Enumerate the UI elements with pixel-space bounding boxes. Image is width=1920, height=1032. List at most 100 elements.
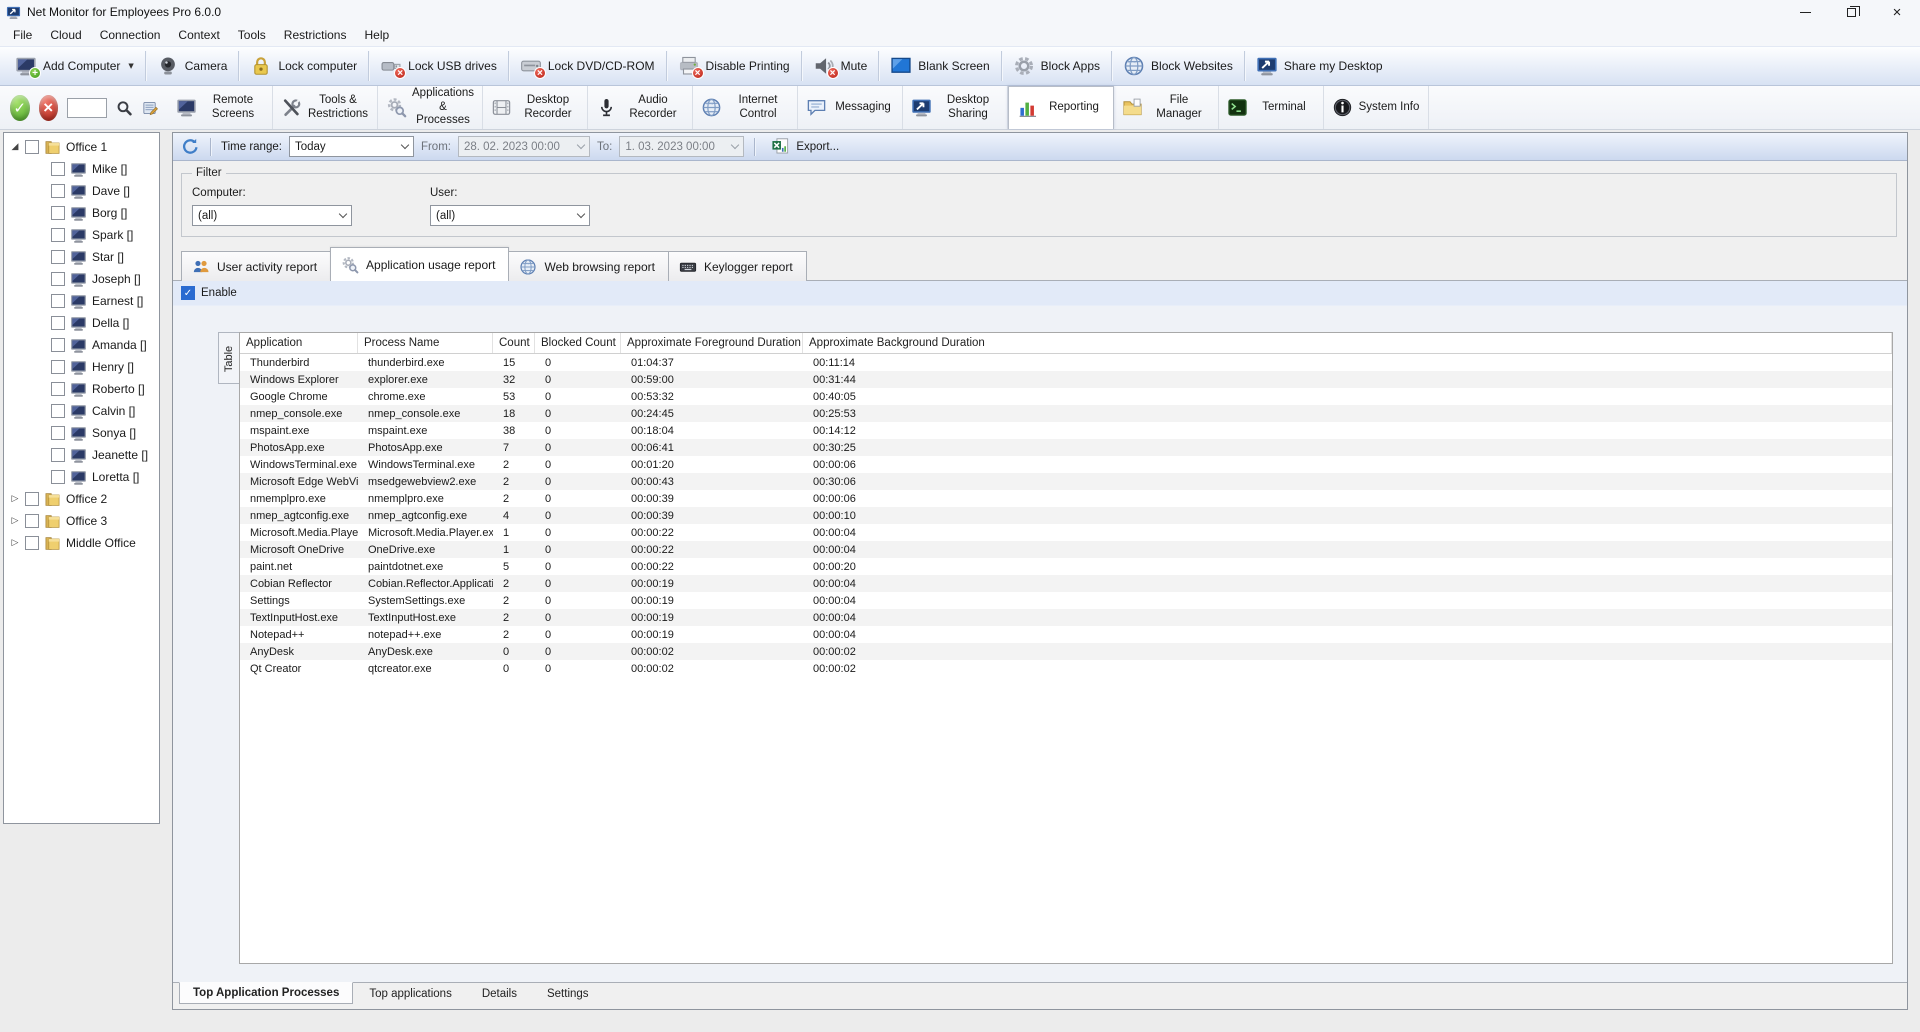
menu-context[interactable]: Context [169,26,228,44]
column-count[interactable]: Count [493,333,535,353]
table-row[interactable]: WindowsTerminal.exeWindowsTerminal.exe20… [240,456,1892,473]
toolbar-lock-dvd-cd-rom-button[interactable]: × Lock DVD/CD-ROM [511,51,664,81]
tree-computer-loretta[interactable]: Loretta [] [4,466,159,488]
computer-filter-select[interactable]: (all) [192,205,352,226]
tab-application-usage-report[interactable]: Application usage report [330,247,509,281]
notes-edit-icon[interactable] [142,97,159,119]
tree-computer-calvin[interactable]: Calvin [] [4,400,159,422]
tree-computer-star[interactable]: Star [] [4,246,159,268]
mode-audio-recorder-button[interactable]: Audio Recorder [588,86,693,129]
mode-applications-processes-button[interactable]: Applications & Processes [378,86,483,129]
user-filter-select[interactable]: (all) [430,205,590,226]
tree-computer-joseph[interactable]: Joseph [] [4,268,159,290]
mode-internet-control-button[interactable]: Internet Control [693,86,798,129]
tree-computer-amanda[interactable]: Amanda [] [4,334,159,356]
mode-desktop-recorder-button[interactable]: Desktop Recorder [483,86,588,129]
table-row[interactable]: TextInputHost.exeTextInputHost.exe2000:0… [240,609,1892,626]
computer-checkbox[interactable] [51,294,65,308]
tree-computer-borg[interactable]: Borg [] [4,202,159,224]
group-checkbox[interactable] [25,492,39,506]
mode-messaging-button[interactable]: Messaging [798,86,903,129]
computer-checkbox[interactable] [51,426,65,440]
confirm-button[interactable]: ✓ [10,95,30,121]
table-row[interactable]: paint.netpaintdotnet.exe5000:00:2200:00:… [240,558,1892,575]
tab-keylogger-report[interactable]: Keylogger report [668,251,807,281]
magnifier-icon[interactable] [116,97,133,119]
column-application[interactable]: Application [240,333,358,353]
collapsed-arrow-icon[interactable]: ▷ [10,538,20,548]
column-approximate-foreground-duration[interactable]: Approximate Foreground Duration [621,333,803,353]
table-row[interactable]: mspaint.exemspaint.exe38000:18:0400:14:1… [240,422,1892,439]
minimize-button[interactable] [1782,0,1828,24]
menu-file[interactable]: File [4,26,41,44]
toolbar-camera-button[interactable]: Camera [148,51,237,81]
refresh-icon[interactable] [181,137,200,156]
tab-web-browsing-report[interactable]: Web browsing report [508,251,669,281]
menu-connection[interactable]: Connection [91,26,170,44]
table-row[interactable]: nmep_agtconfig.exenmep_agtconfig.exe4000… [240,507,1892,524]
table-row[interactable]: AnyDeskAnyDesk.exe0000:00:0200:00:02 [240,643,1892,660]
table-row[interactable]: SettingsSystemSettings.exe2000:00:1900:0… [240,592,1892,609]
computer-checkbox[interactable] [51,206,65,220]
to-date-select[interactable]: 1. 03. 2023 00:00 [619,136,744,157]
computer-checkbox[interactable] [51,162,65,176]
column-blocked-count[interactable]: Blocked Count [535,333,621,353]
toolbar-lock-usb-drives-button[interactable]: × Lock USB drives [371,51,506,81]
menu-help[interactable]: Help [355,26,398,44]
table-row[interactable]: nmep_console.exenmep_console.exe18000:24… [240,405,1892,422]
restore-button[interactable] [1828,0,1874,24]
computer-checkbox[interactable] [51,228,65,242]
toolbar-blank-screen-button[interactable]: Blank Screen [881,51,998,81]
mode-terminal-button[interactable]: Terminal [1219,86,1324,129]
tree-group-office-3[interactable]: ▷ Office 3 [4,510,159,532]
subtab-top-application-processes[interactable]: Top Application Processes [179,982,353,1004]
export-button[interactable]: Export... [765,135,845,158]
column-process-name[interactable]: Process Name [358,333,493,353]
tree-computer-roberto[interactable]: Roberto [] [4,378,159,400]
tree-group-office-2[interactable]: ▷ Office 2 [4,488,159,510]
computer-checkbox[interactable] [51,404,65,418]
toolbar-lock-computer-button[interactable]: Lock computer [241,51,366,81]
collapsed-arrow-icon[interactable]: ▷ [10,516,20,526]
timerange-select[interactable]: Today [289,136,414,157]
computer-checkbox[interactable] [51,360,65,374]
table-row[interactable]: Microsoft.Media.PlayerMicrosoft.Media.Pl… [240,524,1892,541]
menu-cloud[interactable]: Cloud [41,26,90,44]
computer-checkbox[interactable] [51,184,65,198]
table-side-tab[interactable]: Table [218,332,239,384]
table-row[interactable]: Qt Creatorqtcreator.exe0000:00:0200:00:0… [240,660,1892,677]
computer-checkbox[interactable] [51,338,65,352]
subtab-settings[interactable]: Settings [533,983,603,1005]
table-row[interactable]: nmemplpro.exenmemplpro.exe2000:00:3900:0… [240,490,1892,507]
mode-remote-screens-button[interactable]: Remote Screens [168,86,273,129]
computer-checkbox[interactable] [51,470,65,484]
collapsed-arrow-icon[interactable]: ▷ [10,494,20,504]
tree-computer-jeanette[interactable]: Jeanette [] [4,444,159,466]
expanded-arrow-icon[interactable]: ◢ [10,142,20,152]
subtab-details[interactable]: Details [468,983,531,1005]
tree-computer-sonya[interactable]: Sonya [] [4,422,159,444]
mode-file-manager-button[interactable]: File Manager [1114,86,1219,129]
table-row[interactable]: Microsoft OneDriveOneDrive.exe1000:00:22… [240,541,1892,558]
toolbar-disable-printing-button[interactable]: × Disable Printing [669,51,799,81]
tree-computer-della[interactable]: Della [] [4,312,159,334]
toolbar-block-websites-button[interactable]: Block Websites [1114,51,1242,81]
toolbar-add-computer-button[interactable]: + Add Computer▼ [6,51,143,81]
table-row[interactable]: Microsoft Edge WebView2msedgewebview2.ex… [240,473,1892,490]
from-date-select[interactable]: 28. 02. 2023 00:00 [458,136,590,157]
computer-checkbox[interactable] [51,448,65,462]
tree-computer-earnest[interactable]: Earnest [] [4,290,159,312]
group-checkbox[interactable] [25,536,39,550]
toolbar-mute-button[interactable]: × Mute [804,51,877,81]
table-row[interactable]: Google Chromechrome.exe53000:53:3200:40:… [240,388,1892,405]
computer-checkbox[interactable] [51,316,65,330]
table-row[interactable]: PhotosApp.exePhotosApp.exe7000:06:4100:3… [240,439,1892,456]
tree-group-middle-office[interactable]: ▷ Middle Office [4,532,159,554]
tree-computer-henry[interactable]: Henry [] [4,356,159,378]
mode-desktop-sharing-button[interactable]: Desktop Sharing [903,86,1008,129]
toolbar-share-my-desktop-button[interactable]: Share my Desktop [1247,51,1392,81]
mode-system-info-button[interactable]: System Info [1324,86,1429,129]
menu-restrictions[interactable]: Restrictions [275,26,356,44]
tree-computer-spark[interactable]: Spark [] [4,224,159,246]
enable-checkbox[interactable]: ✓ [181,286,195,300]
